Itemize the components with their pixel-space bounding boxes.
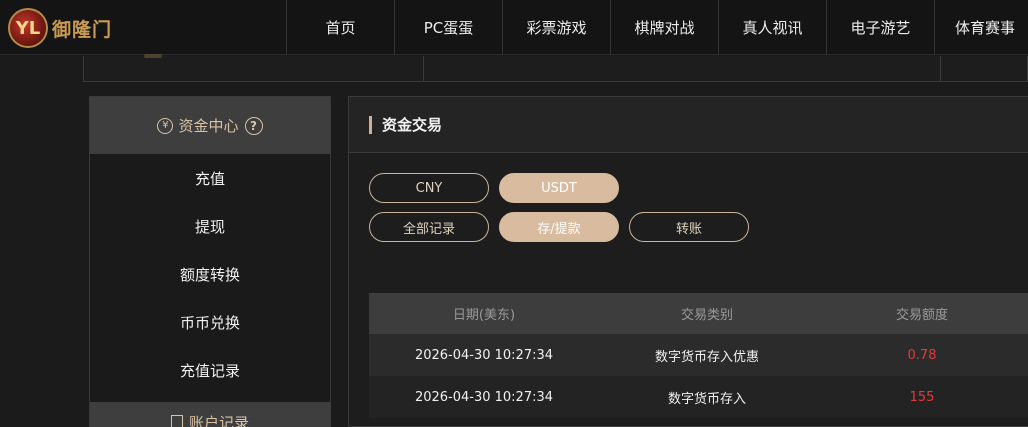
panel-title: 资金交易 xyxy=(382,116,443,134)
table-header: 日期(美东) 交易类别 交易额度 xyxy=(369,293,1028,334)
nav-item-sports[interactable]: 体育赛事 xyxy=(934,0,1028,55)
decorative-glint xyxy=(144,54,162,58)
main-nav: 首页 PC蛋蛋 彩票游戏 棋牌对战 真人视讯 电子游艺 体育赛事 xyxy=(286,0,1028,55)
logo-text: 御隆门 xyxy=(52,18,113,41)
sidebar-item-withdraw[interactable]: 提现 xyxy=(90,202,330,250)
currency-tabs: CNY USDT xyxy=(369,173,629,203)
document-icon xyxy=(170,415,183,427)
currency-icon: ¥ xyxy=(157,117,174,134)
table-row: 2026-04-30 10:27:34 数字货币存入 155 xyxy=(369,376,1028,418)
sidebar-section-funds-center: ¥ 资金中心 ? xyxy=(90,97,330,154)
sidebar-item-transfer-quota[interactable]: 额度转换 xyxy=(90,250,330,298)
column-header-amount: 交易额度 xyxy=(895,308,948,323)
cell-date: 2026-04-30 10:27:34 xyxy=(414,389,554,405)
nav-item-slots[interactable]: 电子游艺 xyxy=(826,0,934,55)
divider xyxy=(940,56,941,82)
nav-item-live-casino[interactable]: 真人视讯 xyxy=(718,0,826,55)
tab-deposit-withdraw[interactable]: 存/提款 xyxy=(499,212,619,242)
panel-header: 资金交易 xyxy=(349,97,1028,153)
table-row: 2026-04-30 10:27:34 数字货币存入优惠 0.78 xyxy=(369,334,1028,376)
cell-type: 数字货币存入优惠 xyxy=(654,349,759,365)
record-type-tabs: 全部记录 存/提款 转账 xyxy=(369,212,759,242)
cell-amount: 155 xyxy=(909,389,935,405)
sidebar-item-deposit[interactable]: 充值 xyxy=(90,154,330,202)
logo-emblem-icon: YL xyxy=(8,8,48,48)
sidebar-item-coin-exchange[interactable]: 币币兑换 xyxy=(90,298,330,346)
nav-item-chess-cards[interactable]: 棋牌对战 xyxy=(610,0,718,55)
column-header-type: 交易类别 xyxy=(680,308,733,323)
sidebar-section-account-records[interactable]: 账户记录 xyxy=(90,402,330,427)
tab-usdt[interactable]: USDT xyxy=(499,173,619,203)
cell-amount: 0.78 xyxy=(907,347,937,363)
help-icon[interactable]: ? xyxy=(244,116,263,135)
account-info-strip xyxy=(83,54,1028,82)
transactions-panel: 资金交易 CNY USDT 全部记录 存/提款 转账 日期(美东) 交易类别 交… xyxy=(348,96,1028,427)
nav-item-lottery[interactable]: 彩票游戏 xyxy=(502,0,610,55)
nav-item-pc-egg[interactable]: PC蛋蛋 xyxy=(394,0,502,55)
divider xyxy=(423,56,424,82)
site-logo[interactable]: YL 御隆门 xyxy=(8,6,118,50)
transactions-table: 日期(美东) 交易类别 交易额度 2026-04-30 10:27:34 数字货… xyxy=(369,293,1028,418)
column-header-date: 日期(美东) xyxy=(452,308,516,323)
title-accent-bar xyxy=(369,115,372,134)
nav-item-home[interactable]: 首页 xyxy=(286,0,394,55)
sidebar-section-title: 账户记录 xyxy=(188,413,249,427)
top-navigation-bar: YL 御隆门 首页 PC蛋蛋 彩票游戏 棋牌对战 真人视讯 电子游艺 体育赛事 xyxy=(0,0,1028,55)
cell-type: 数字货币存入 xyxy=(667,391,746,407)
tab-all-records[interactable]: 全部记录 xyxy=(369,212,489,242)
sidebar-section-title: 资金中心 xyxy=(178,117,239,135)
funds-sidebar: ¥ 资金中心 ? 充值 提现 额度转换 币币兑换 充值记录 账户记录 xyxy=(89,96,331,427)
cell-date: 2026-04-30 10:27:34 xyxy=(414,347,554,363)
tab-cny[interactable]: CNY xyxy=(369,173,489,203)
tab-transfer[interactable]: 转账 xyxy=(629,212,749,242)
sidebar-item-deposit-records[interactable]: 充值记录 xyxy=(90,346,330,394)
